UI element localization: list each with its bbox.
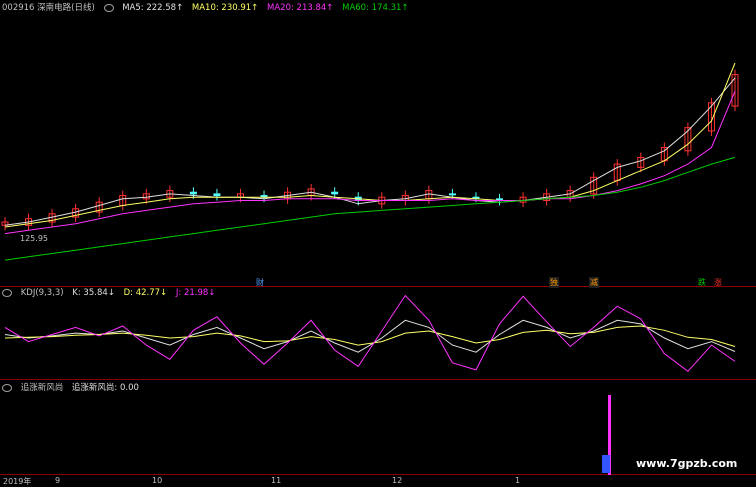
kdj-panel[interactable]: KDJ(9,3,3) K: 35.84↓ D: 42.77↓ J: 21.98↓ [0,287,756,380]
x-tick-label: 1 [515,476,521,485]
series-line-ma20 [4,91,736,235]
candle[interactable] [472,196,480,199]
x-axis: 2019年 9 10 11 12 1 [0,475,756,487]
series-line-ma60 [4,156,736,261]
x-tick-label: 2019年 [3,477,32,486]
low-price-label: 125.95 [20,234,48,243]
x-tick-label: 10 [152,476,163,485]
candlestick-chart[interactable] [0,0,756,287]
candle[interactable] [448,193,456,196]
candle[interactable] [189,191,197,195]
kdj-chart[interactable] [0,287,756,380]
x-tick-label: 9 [55,476,61,485]
x-tick-label: 11 [271,476,282,485]
watermark: www.7gpzb.com [636,457,738,470]
main-chart-panel[interactable]: 002916 深南电路(日线) MA5: 222.58↑ MA10: 230.9… [0,0,756,288]
candle[interactable] [213,193,221,197]
indicator-signal-tag [602,455,610,473]
x-tick-label: 12 [392,476,403,485]
series-line-k [4,319,736,353]
candle[interactable] [331,191,339,195]
series-line-ma5 [4,77,736,226]
